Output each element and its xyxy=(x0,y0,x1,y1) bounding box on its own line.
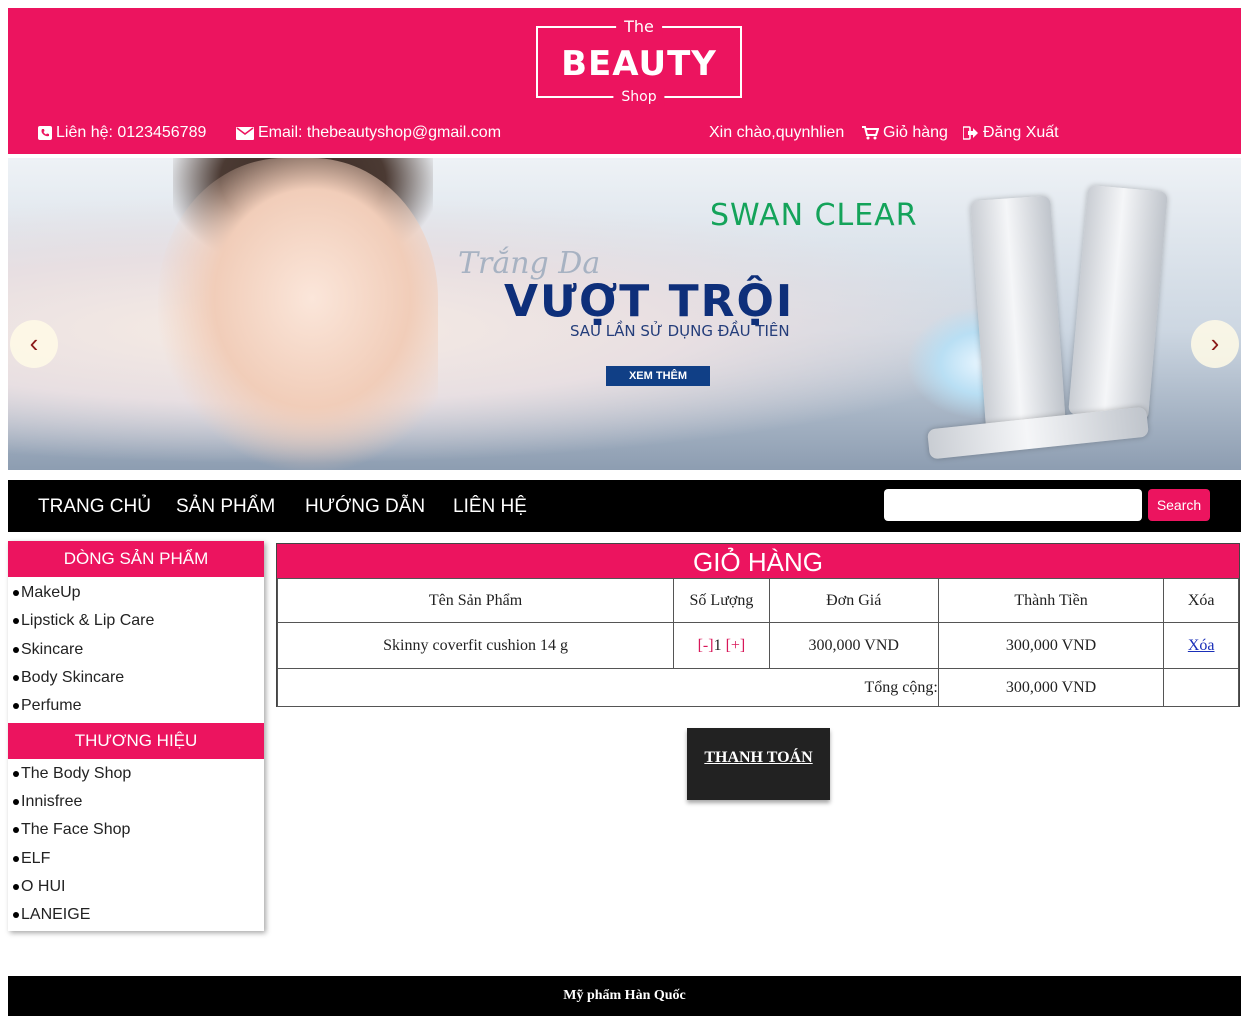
main-nav: TRANG CHỦ SẢN PHẨM HƯỚNG DẪN LIÊN HỆ Sea… xyxy=(8,480,1241,532)
search-input[interactable] xyxy=(884,489,1142,521)
brand-label: LANEIGE xyxy=(21,906,91,923)
cart-title: GIỎ HÀNG xyxy=(277,544,1239,578)
bullet-icon xyxy=(13,911,19,918)
brand-label: The Body Shop xyxy=(21,765,132,782)
nav-item-products[interactable]: SẢN PHẨM xyxy=(176,496,275,518)
site-logo[interactable]: The BEAUTY Shop xyxy=(536,18,742,106)
sum-label: Tổng cộng: xyxy=(277,668,939,707)
unit-price: 300,000 VND xyxy=(768,622,939,669)
brand-label: Innisfree xyxy=(21,793,83,810)
brand-label: ELF xyxy=(21,850,51,867)
phone-text: Liên hệ: 0123456789 xyxy=(56,124,207,141)
greeting: Xin chào,quynhlien xyxy=(709,124,844,142)
logo-bottom-text: Shop xyxy=(613,88,665,106)
line-total: 300,000 VND xyxy=(937,622,1165,669)
col-header-qty: Số Lượng xyxy=(673,578,770,623)
category-label: MakeUp xyxy=(21,584,81,601)
logo-main-text: BEAUTY xyxy=(561,44,717,84)
brands-title: THƯƠNG HIỆU xyxy=(8,723,264,759)
category-label: Body Skincare xyxy=(21,669,125,686)
bullet-icon xyxy=(13,770,19,777)
banner-more-button[interactable]: XEM THÊM xyxy=(606,366,710,386)
promo-banner[interactable]: SWAN CLEAR Trắng Da VƯỢT TRỘI SAU LẦN SỬ… xyxy=(8,158,1241,470)
quantity-stepper: [-]1 [+] xyxy=(673,622,770,669)
sidebar: DÒNG SẢN PHẨM MakeUp Lipstick & Lip Care… xyxy=(8,541,264,931)
category-label: Perfume xyxy=(21,697,82,714)
banner-subline: SAU LẦN SỬ DỤNG ĐẦU TIÊN xyxy=(570,322,790,340)
table-total-row: Tổng cộng: 300,000 VND xyxy=(277,668,1239,707)
bullet-icon xyxy=(13,855,19,862)
banner-brand: SWAN CLEAR xyxy=(710,198,918,233)
bullet-icon xyxy=(13,646,19,653)
bullet-icon xyxy=(13,826,19,833)
nav-item-contact[interactable]: LIÊN HỆ xyxy=(453,496,527,518)
email-contact: Email: thebeautyshop@gmail.com xyxy=(236,124,501,142)
brand-item-the-face-shop[interactable]: The Face Shop xyxy=(13,821,130,839)
banner-model-image xyxy=(158,158,438,470)
categories-title: DÒNG SẢN PHẨM xyxy=(8,541,264,577)
bullet-icon xyxy=(13,883,19,890)
brand-item-innisfree[interactable]: Innisfree xyxy=(13,793,82,811)
brand-label: The Face Shop xyxy=(21,821,131,838)
category-item-body-skincare[interactable]: Body Skincare xyxy=(13,669,124,687)
cart-icon xyxy=(862,126,879,140)
search-button[interactable]: Search xyxy=(1148,489,1210,521)
brand-item-o-hui[interactable]: O HUI xyxy=(13,878,65,896)
category-item-perfume[interactable]: Perfume xyxy=(13,697,81,715)
site-footer: Mỹ phẩm Hàn Quốc xyxy=(8,976,1241,1016)
decrease-qty-button[interactable]: [-] xyxy=(698,637,714,654)
checkout-button[interactable]: THANH TOÁN xyxy=(687,728,830,800)
product-name: Skinny coverfit cushion 14 g xyxy=(276,622,675,669)
brand-item-elf[interactable]: ELF xyxy=(13,850,50,868)
table-header-row: Tên Sản Phẩm Số Lượng Đơn Giá Thành Tiền… xyxy=(276,578,1239,623)
logout-link[interactable]: Đăng Xuất xyxy=(963,124,1059,142)
carousel-next-button[interactable]: › xyxy=(1191,320,1239,368)
envelope-icon xyxy=(236,126,254,140)
category-label: Skincare xyxy=(21,641,84,658)
site-header: The BEAUTY Shop Liên hệ: 0123456789 Emai… xyxy=(8,8,1241,154)
category-item-skincare[interactable]: Skincare xyxy=(13,641,83,659)
sum-value: 300,000 VND xyxy=(937,668,1165,707)
delete-cell: Xóa xyxy=(1163,622,1239,669)
logout-icon xyxy=(963,126,978,140)
email-text: Email: thebeautyshop@gmail.com xyxy=(258,124,502,141)
bullet-icon xyxy=(13,702,19,709)
banner-headline: VƯỢT TRỘI xyxy=(504,276,795,327)
col-header-name: Tên Sản Phẩm xyxy=(276,578,675,623)
banner-product-image xyxy=(927,184,1218,460)
logo-top-text: The xyxy=(616,18,662,36)
brand-item-the-body-shop[interactable]: The Body Shop xyxy=(13,765,131,783)
category-item-lipstick[interactable]: Lipstick & Lip Care xyxy=(13,612,154,630)
brand-label: O HUI xyxy=(21,878,66,895)
quantity-value: 1 xyxy=(713,636,722,654)
increase-qty-button[interactable]: [+] xyxy=(726,637,746,654)
cart-link-label: Giỏ hàng xyxy=(883,124,948,141)
col-header-price: Đơn Giá xyxy=(768,578,939,623)
phone-icon xyxy=(38,126,52,140)
cart-panel: GIỎ HÀNG Tên Sản Phẩm Số Lượng Đơn Giá T… xyxy=(276,543,1240,707)
bullet-icon xyxy=(13,674,19,681)
phone-contact: Liên hệ: 0123456789 xyxy=(38,124,206,142)
delete-item-link[interactable]: Xóa xyxy=(1188,637,1215,654)
cart-table: Tên Sản Phẩm Số Lượng Đơn Giá Thành Tiền… xyxy=(276,578,1239,707)
table-row: Skinny coverfit cushion 14 g [-]1 [+] 30… xyxy=(276,622,1239,669)
empty-cell xyxy=(1163,668,1239,707)
col-header-delete: Xóa xyxy=(1163,578,1239,623)
logout-link-label: Đăng Xuất xyxy=(983,124,1059,141)
col-header-total: Thành Tiền xyxy=(937,578,1165,623)
nav-item-guide[interactable]: HƯỚNG DẪN xyxy=(305,496,425,518)
category-item-makeup[interactable]: MakeUp xyxy=(13,584,81,602)
brand-item-laneige[interactable]: LANEIGE xyxy=(13,906,90,924)
greeting-text: Xin chào,quynhlien xyxy=(709,124,845,141)
bullet-icon xyxy=(13,589,19,596)
bullet-icon xyxy=(13,798,19,805)
nav-item-home[interactable]: TRANG CHỦ xyxy=(38,496,151,518)
carousel-prev-button[interactable]: ‹ xyxy=(10,320,58,368)
cart-link[interactable]: Giỏ hàng xyxy=(862,124,948,142)
category-label: Lipstick & Lip Care xyxy=(21,612,155,629)
bullet-icon xyxy=(13,617,19,624)
